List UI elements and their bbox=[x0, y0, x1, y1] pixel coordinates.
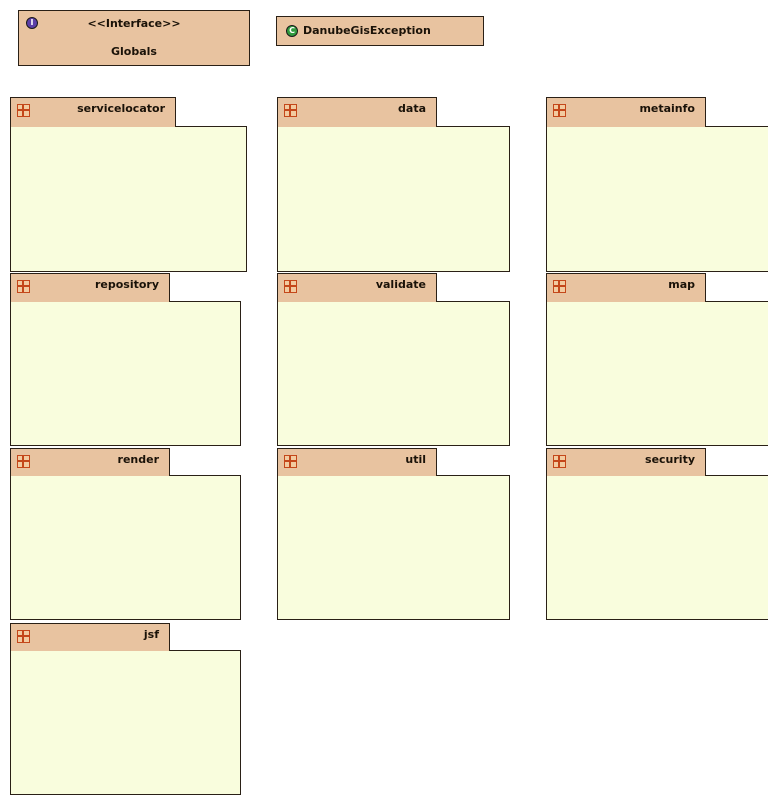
package-icon bbox=[284, 104, 297, 117]
package-tab-data[interactable]: data bbox=[277, 97, 437, 127]
package-icon bbox=[284, 280, 297, 293]
package-name: render bbox=[117, 453, 159, 466]
package-body-data[interactable] bbox=[277, 126, 510, 272]
package-tab-validate[interactable]: validate bbox=[277, 273, 437, 302]
package-body-map[interactable] bbox=[546, 301, 768, 446]
package-icon bbox=[284, 455, 297, 468]
package-tab-util[interactable]: util bbox=[277, 448, 437, 476]
package-icon bbox=[553, 455, 566, 468]
package-name: validate bbox=[375, 278, 426, 291]
interface-name: Globals bbox=[111, 45, 157, 58]
package-name: metainfo bbox=[639, 102, 695, 115]
package-name: data bbox=[398, 102, 426, 115]
package-icon bbox=[17, 280, 30, 293]
class-icon: C bbox=[286, 25, 298, 37]
package-tab-repository[interactable]: repository bbox=[10, 273, 170, 302]
package-body-servicelocator[interactable] bbox=[10, 126, 247, 272]
package-icon bbox=[553, 280, 566, 293]
package-tab-metainfo[interactable]: metainfo bbox=[546, 97, 706, 127]
package-body-render[interactable] bbox=[10, 475, 241, 620]
package-icon bbox=[17, 630, 30, 643]
package-body-metainfo[interactable] bbox=[546, 126, 768, 272]
exception-class-name: DanubeGisException bbox=[303, 24, 431, 37]
package-body-security[interactable] bbox=[546, 475, 768, 620]
package-icon bbox=[17, 455, 30, 468]
package-name: security bbox=[645, 453, 695, 466]
package-tab-servicelocator[interactable]: servicelocator bbox=[10, 97, 176, 127]
package-body-validate[interactable] bbox=[277, 301, 510, 446]
package-body-repository[interactable] bbox=[10, 301, 241, 446]
package-name: map bbox=[668, 278, 695, 291]
package-name: repository bbox=[94, 278, 159, 291]
interface-stereotype: <<Interface>> bbox=[87, 17, 181, 30]
package-icon bbox=[17, 104, 30, 117]
package-icon bbox=[553, 104, 566, 117]
package-body-util[interactable] bbox=[277, 475, 510, 620]
package-tab-render[interactable]: render bbox=[10, 448, 170, 476]
danube-gis-exception-class-box[interactable]: C DanubeGisException bbox=[276, 16, 484, 46]
globals-interface-box[interactable]: I <<Interface>> Globals bbox=[18, 10, 250, 66]
package-name: jsf bbox=[143, 628, 159, 641]
package-tab-jsf[interactable]: jsf bbox=[10, 623, 170, 651]
package-body-jsf[interactable] bbox=[10, 650, 241, 795]
package-name: util bbox=[405, 453, 426, 466]
package-name: servicelocator bbox=[77, 102, 165, 115]
package-tab-map[interactable]: map bbox=[546, 273, 706, 302]
package-tab-security[interactable]: security bbox=[546, 448, 706, 476]
